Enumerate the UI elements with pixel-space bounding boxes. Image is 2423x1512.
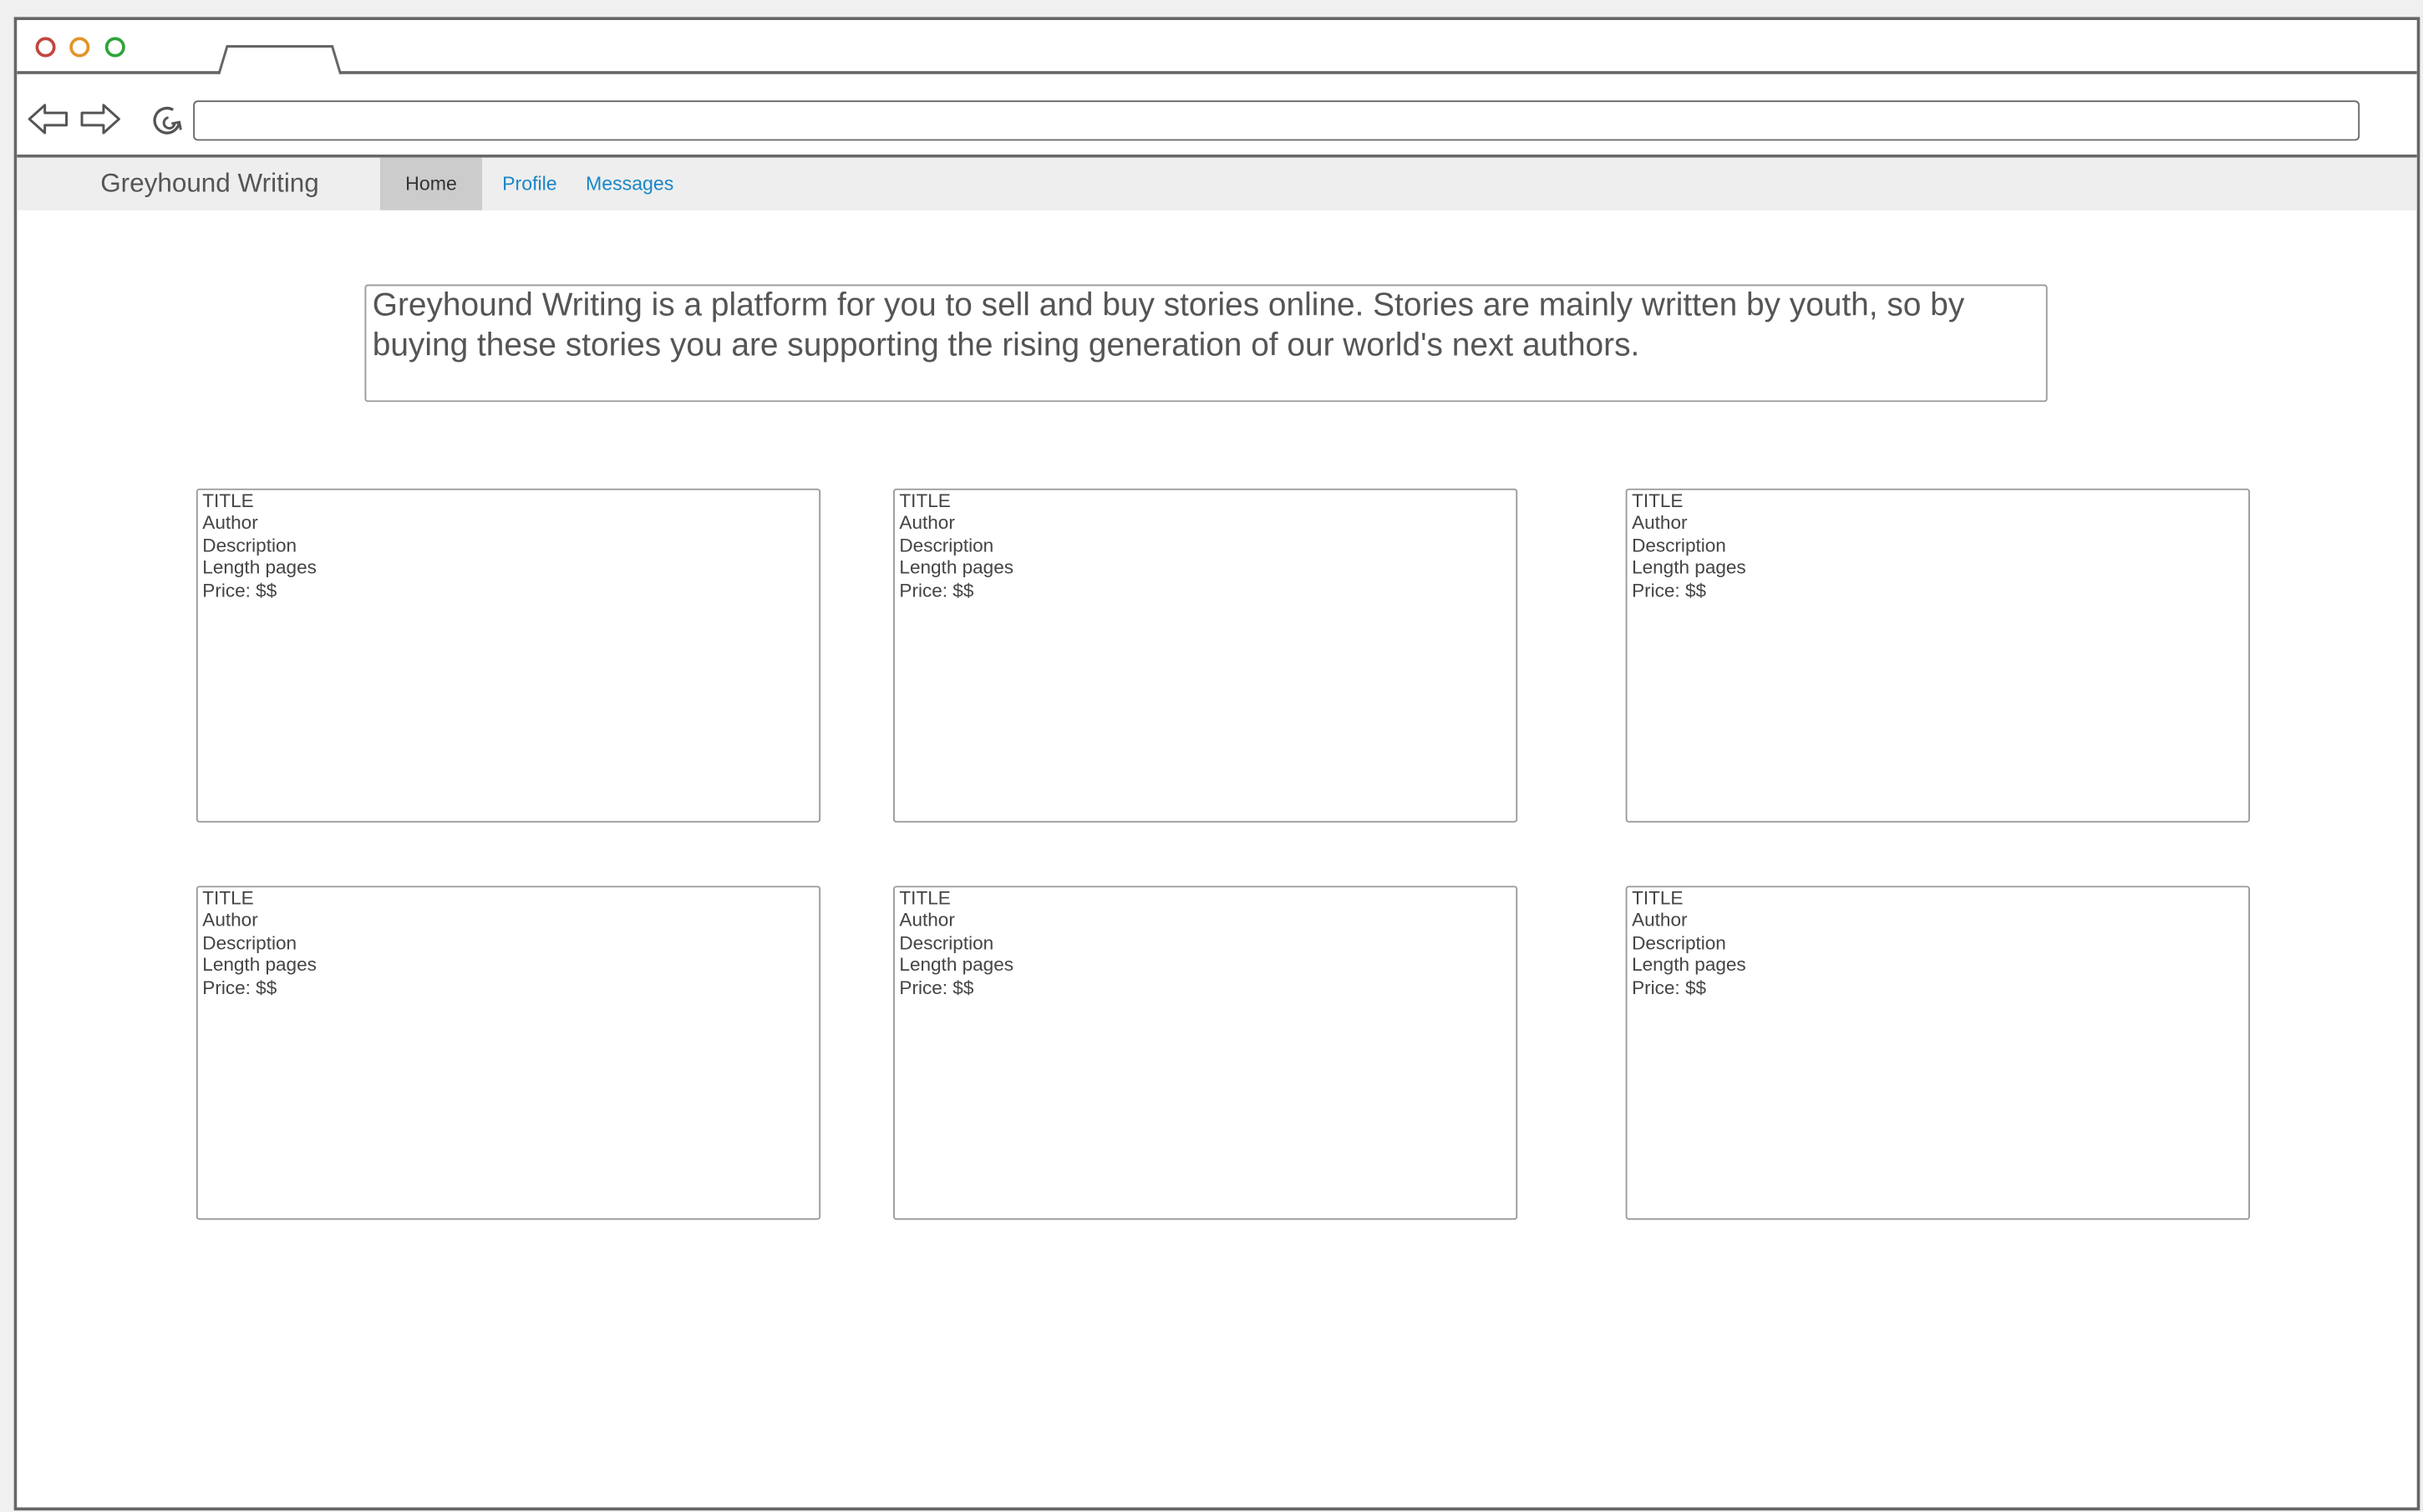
- story-description: Description: [899, 931, 994, 954]
- story-price: Price: $$: [1632, 579, 1707, 601]
- nav-home-tab[interactable]: Home: [379, 157, 483, 211]
- story-title: TITLE: [899, 490, 951, 512]
- story-author: Author: [202, 909, 258, 931]
- story-card[interactable]: TITLE Author Description Length pages Pr…: [1625, 885, 2250, 1220]
- story-author: Author: [1632, 909, 1688, 931]
- browser-window: Greyhound Writing Home Profile Messages …: [13, 17, 2420, 1511]
- story-length: Length pages: [202, 556, 317, 579]
- intro-text-box: Greyhound Writing is a platform for you …: [364, 284, 2048, 403]
- story-card[interactable]: TITLE Author Description Length pages Pr…: [1625, 488, 2250, 823]
- close-dot-icon[interactable]: [35, 37, 56, 58]
- browser-tab[interactable]: [217, 43, 342, 78]
- page-content: Greyhound Writing Home Profile Messages …: [17, 157, 2417, 1508]
- story-length: Length pages: [1632, 556, 1746, 579]
- story-title: TITLE: [202, 887, 254, 910]
- story-length: Length pages: [1632, 954, 1746, 977]
- back-arrow-icon[interactable]: [26, 102, 69, 136]
- story-author: Author: [899, 909, 955, 931]
- story-description: Description: [202, 534, 297, 556]
- story-price: Price: $$: [899, 579, 974, 601]
- story-title: TITLE: [899, 887, 951, 910]
- forward-arrow-icon[interactable]: [79, 102, 122, 136]
- story-price: Price: $$: [899, 976, 974, 998]
- story-title: TITLE: [1632, 887, 1684, 910]
- minimize-dot-icon[interactable]: [69, 37, 90, 58]
- title-bar: [17, 20, 2417, 78]
- story-price: Price: $$: [202, 579, 277, 601]
- story-card[interactable]: TITLE Author Description Length pages Pr…: [893, 488, 1518, 823]
- story-card[interactable]: TITLE Author Description Length pages Pr…: [196, 488, 821, 823]
- site-brand: Greyhound Writing: [100, 168, 319, 198]
- story-author: Author: [899, 512, 955, 535]
- story-description: Description: [1632, 931, 1726, 954]
- story-author: Author: [202, 512, 258, 535]
- reload-icon[interactable]: [150, 102, 186, 136]
- story-length: Length pages: [202, 954, 317, 977]
- story-length: Length pages: [899, 556, 1014, 579]
- story-card[interactable]: TITLE Author Description Length pages Pr…: [893, 885, 1518, 1220]
- story-description: Description: [1632, 534, 1726, 556]
- address-bar: [17, 74, 2417, 158]
- story-description: Description: [899, 534, 994, 556]
- nav-messages-link[interactable]: Messages: [586, 158, 673, 211]
- story-description: Description: [202, 931, 297, 954]
- story-length: Length pages: [899, 954, 1014, 977]
- nav-profile-link[interactable]: Profile: [502, 158, 557, 211]
- story-price: Price: $$: [1632, 976, 1707, 998]
- story-price: Price: $$: [202, 976, 277, 998]
- story-card[interactable]: TITLE Author Description Length pages Pr…: [196, 885, 821, 1220]
- url-input[interactable]: [193, 100, 2360, 141]
- maximize-dot-icon[interactable]: [104, 37, 125, 58]
- site-navbar: Greyhound Writing Home Profile Messages: [17, 157, 2417, 211]
- story-author: Author: [1632, 512, 1688, 535]
- stage: Greyhound Writing Home Profile Messages …: [0, 0, 2423, 1512]
- story-title: TITLE: [202, 490, 254, 512]
- story-title: TITLE: [1632, 490, 1684, 512]
